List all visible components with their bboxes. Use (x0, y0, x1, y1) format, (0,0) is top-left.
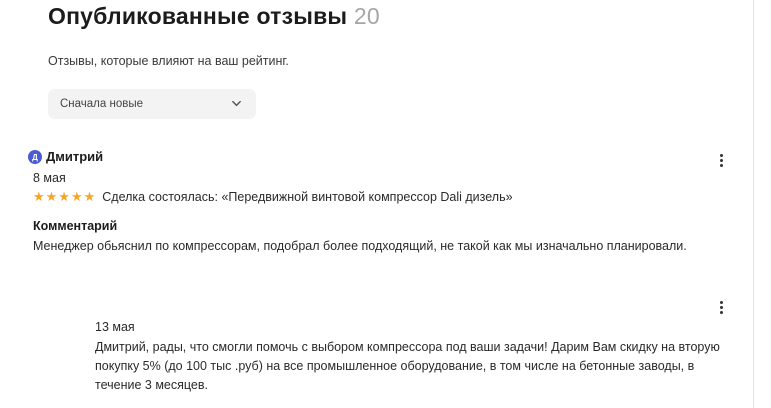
reviews-panel: Опубликованные отзывы 20 Отзывы, которые… (0, 0, 754, 408)
sort-dropdown[interactable]: Сначала новые (48, 89, 256, 119)
review-deal: Сделка состоялась: «Передвижной винтовой… (102, 190, 513, 204)
comment-text: Менеджер обьяснил по компрессорам, подоб… (33, 239, 687, 253)
rating-stars-icon: ★★★★★ (33, 189, 97, 204)
reviews-count: 20 (353, 3, 380, 29)
review-more-options-icon[interactable] (716, 151, 726, 169)
reply-more-options-icon[interactable] (716, 298, 726, 316)
review-rating-row: ★★★★★ Сделка состоялась: «Передвижной ви… (33, 189, 513, 205)
page-title-text: Опубликованные отзывы (48, 3, 348, 29)
chevron-down-icon (232, 100, 241, 107)
page-subtitle: Отзывы, которые влияют на ваш рейтинг. (48, 54, 289, 68)
page-title: Опубликованные отзывы 20 (48, 3, 380, 30)
review-author[interactable]: Дмитрий (46, 149, 103, 164)
avatar-letter: Д (32, 152, 38, 162)
reply-text: Дмитрий, рады, что смогли помочь с выбор… (95, 340, 720, 392)
avatar: Д (28, 150, 42, 164)
comment-label: Комментарий (33, 219, 118, 233)
review-date: 8 мая (33, 171, 66, 185)
reply-date: 13 мая (95, 320, 135, 334)
sort-selected-label: Сначала новые (60, 98, 144, 110)
